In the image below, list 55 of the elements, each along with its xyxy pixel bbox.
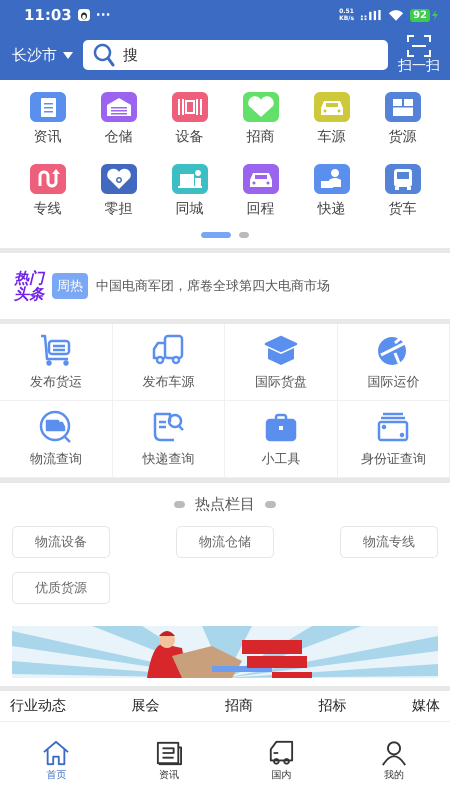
tool-item[interactable]: 发布货运 (0, 324, 112, 401)
category-item[interactable]: 仓储 (83, 92, 154, 146)
nav-tab[interactable]: 首页 (0, 722, 112, 800)
tool-item[interactable]: 国际货盘 (225, 324, 338, 401)
card-icon (375, 410, 412, 444)
category-item[interactable]: 同城 (154, 164, 225, 218)
category-item[interactable]: 专线 (12, 164, 83, 218)
category-item[interactable]: 回程 (225, 164, 296, 218)
nav-tab[interactable]: 资讯 (112, 722, 225, 800)
topic-chip[interactable]: 优质货源 (12, 572, 110, 604)
category-tab[interactable]: 媒体 (412, 697, 440, 715)
tool-item[interactable]: 小工具 (225, 401, 338, 478)
section-title: 热点栏目 (195, 495, 255, 514)
nav-tab[interactable]: 国内 (225, 722, 338, 800)
category-tab[interactable]: 招标 (318, 697, 346, 715)
tool-item[interactable]: 物流查询 (0, 401, 112, 478)
scan-button[interactable]: 扫一扫 (398, 35, 440, 75)
search-icon (93, 43, 115, 67)
home-icon (41, 740, 72, 766)
city-selector[interactable]: 长沙市 (12, 46, 73, 64)
category-item[interactable]: 招商 (225, 92, 296, 146)
caret-icon (63, 52, 73, 58)
signal-icon (360, 10, 382, 20)
charging-icon (432, 10, 438, 20)
truck-icon (150, 333, 186, 367)
wifi-icon (388, 9, 404, 21)
category-item[interactable]: 零担 (83, 164, 154, 218)
hot-logo-line: 头条 (14, 286, 44, 302)
category-item[interactable]: 资讯 (12, 92, 83, 146)
category-tab[interactable]: 行业动态 (10, 697, 66, 715)
category-item[interactable]: 货源 (367, 92, 438, 146)
category-item[interactable]: 车源 (296, 92, 367, 146)
topic-chip[interactable]: 物流设备 (12, 526, 110, 558)
headline-link[interactable]: 中国电商军团，席卷全球第四大电商市场 (96, 277, 330, 295)
topic-chip[interactable]: 物流仓储 (176, 526, 274, 558)
tool-item[interactable]: 发布车源 (112, 324, 225, 401)
category-item[interactable]: 设备 (154, 92, 225, 146)
tool-item[interactable]: 国际运价 (338, 324, 450, 401)
tool-item[interactable]: 身份证查询 (338, 401, 450, 478)
tool-item[interactable]: 快递查询 (112, 401, 225, 478)
scan-icon (407, 35, 431, 57)
title-ornament (174, 501, 185, 508)
category-item[interactable]: 货车 (367, 164, 438, 218)
topic-chip[interactable]: 物流专线 (340, 526, 438, 558)
category-item[interactable]: 快递 (296, 164, 367, 218)
hot-logo-line: 热门 (14, 270, 44, 286)
category-tab[interactable]: 展会 (132, 697, 160, 715)
hot-badge: 周热 (52, 273, 88, 299)
title-ornament (265, 501, 276, 508)
more-dots: ··· (96, 8, 111, 22)
nav-tab[interactable]: 我的 (338, 722, 450, 800)
clock-time: 11:03 (24, 6, 72, 24)
battery-level: 92 (410, 8, 430, 22)
search-field[interactable]: 搜 (83, 40, 388, 70)
category-tab[interactable]: 招商 (225, 697, 253, 715)
